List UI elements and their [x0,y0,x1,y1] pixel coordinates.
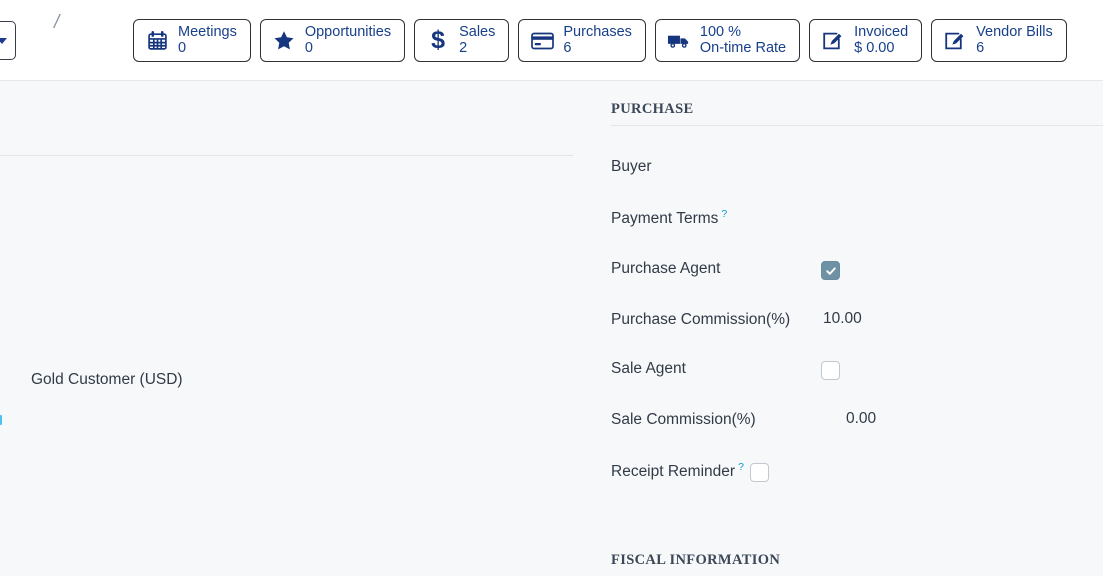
payment-terms-label-text: Payment Terms [611,210,719,228]
field-row: Purchase Commission(%) 10.00 [611,309,1103,349]
truck-icon [667,29,691,53]
field-row: Sale Commission(%) 0.00 [611,409,1103,449]
form-sheet: Gold Customer (USD) PURCHASE Buyer Payme… [0,81,1103,576]
stat-button-vendor-bills-value: 6 [976,39,985,56]
stat-button-meetings-label: Meetings [178,23,237,40]
credit-card-icon [530,29,554,53]
stat-button-on-time-rate-value: On-time Rate [699,39,787,56]
purchase-field-list: Buyer Payment Terms? Purchase Agent Purc… [611,156,1103,511]
receipt-reminder-label: Receipt Reminder? [611,460,744,483]
purchase-group-divider [611,125,1103,126]
sale-commission-value[interactable]: 0.00 [821,409,876,428]
sale-agent-checkbox[interactable] [821,361,840,380]
dollar-icon: $ [431,26,446,54]
stat-button-purchases-label: Purchases [563,23,632,40]
purchase-agent-checkbox[interactable] [821,261,840,280]
pencil-square-icon [943,29,967,53]
purchase-commission-label: Purchase Commission(%) [611,311,791,328]
payment-terms-value[interactable] [821,207,823,208]
stat-button-invoiced-label: Invoiced [854,23,909,40]
stat-button-sales-label: Sales [459,23,496,40]
stat-button-on-time-rate[interactable]: 100 % On-time Rate [654,19,801,62]
stat-button-opportunities[interactable]: Opportunities 0 [259,19,406,62]
help-icon[interactable]: ? [721,208,727,220]
purchase-group-title: PURCHASE [611,101,694,117]
buyer-value[interactable] [821,156,823,157]
field-row: Purchase Agent [611,258,1103,298]
stat-button-sales[interactable]: $ Sales 2 [414,19,510,62]
pencil-square-icon [821,29,845,53]
status-chip[interactable] [0,415,2,425]
sale-agent-label: Sale Agent [611,360,686,377]
field-row: Receipt Reminder? [611,460,1103,500]
stat-button-vendor-bills[interactable]: Vendor Bills 6 [931,19,1067,62]
sale-commission-label: Sale Commission(%) [611,411,756,428]
stat-button-group: Meetings 0 Opportunities 0 $ Sales 2 Pur… [133,19,1067,62]
breadcrumb-separator: / [54,12,60,33]
field-row: Sale Agent [611,358,1103,398]
receipt-reminder-checkbox[interactable] [749,463,769,482]
star-icon [272,29,296,53]
stat-button-meetings-value: 0 [178,39,187,56]
calendar-icon [145,29,169,53]
field-row: Buyer [611,156,1103,196]
purchase-group: PURCHASE Buyer Payment Terms? Purchase A… [611,81,1103,576]
receipt-reminder-label-text: Receipt Reminder [611,463,736,481]
payment-terms-label: Payment Terms? [611,207,821,230]
field-row: Payment Terms? [611,207,1103,247]
left-group-divider [0,155,573,156]
stat-button-invoiced-value: $ 0.00 [854,39,895,56]
stat-button-vendor-bills-label: Vendor Bills [976,23,1053,40]
stat-button-invoiced[interactable]: Invoiced $ 0.00 [809,19,923,62]
stat-button-opportunities-value: 0 [304,39,313,56]
stat-button-purchases[interactable]: Purchases 6 [518,19,646,62]
buyer-label: Buyer [611,158,652,175]
stat-button-meetings[interactable]: Meetings 0 [133,19,251,62]
stat-button-purchases-value: 6 [563,39,572,56]
left-column-value: Gold Customer (USD) [31,371,183,388]
purchase-agent-label: Purchase Agent [611,260,721,277]
top-control-bar: s / Meetings 0 [0,0,1103,81]
stat-button-on-time-rate-label: 100 % [699,23,742,40]
help-icon[interactable]: ? [738,461,744,473]
fiscal-information-group-title: FISCAL INFORMATION [611,552,781,564]
purchase-commission-value[interactable]: 10.00 [821,309,862,328]
stat-button-opportunities-label: Opportunities [304,23,392,40]
breadcrumb-dropdown-button[interactable]: s [0,21,16,60]
left-column: Gold Customer (USD) [0,81,573,576]
purchase-group-header: PURCHASE [611,101,1103,126]
chevron-down-icon [0,37,7,44]
stat-button-sales-value: 2 [459,39,468,56]
